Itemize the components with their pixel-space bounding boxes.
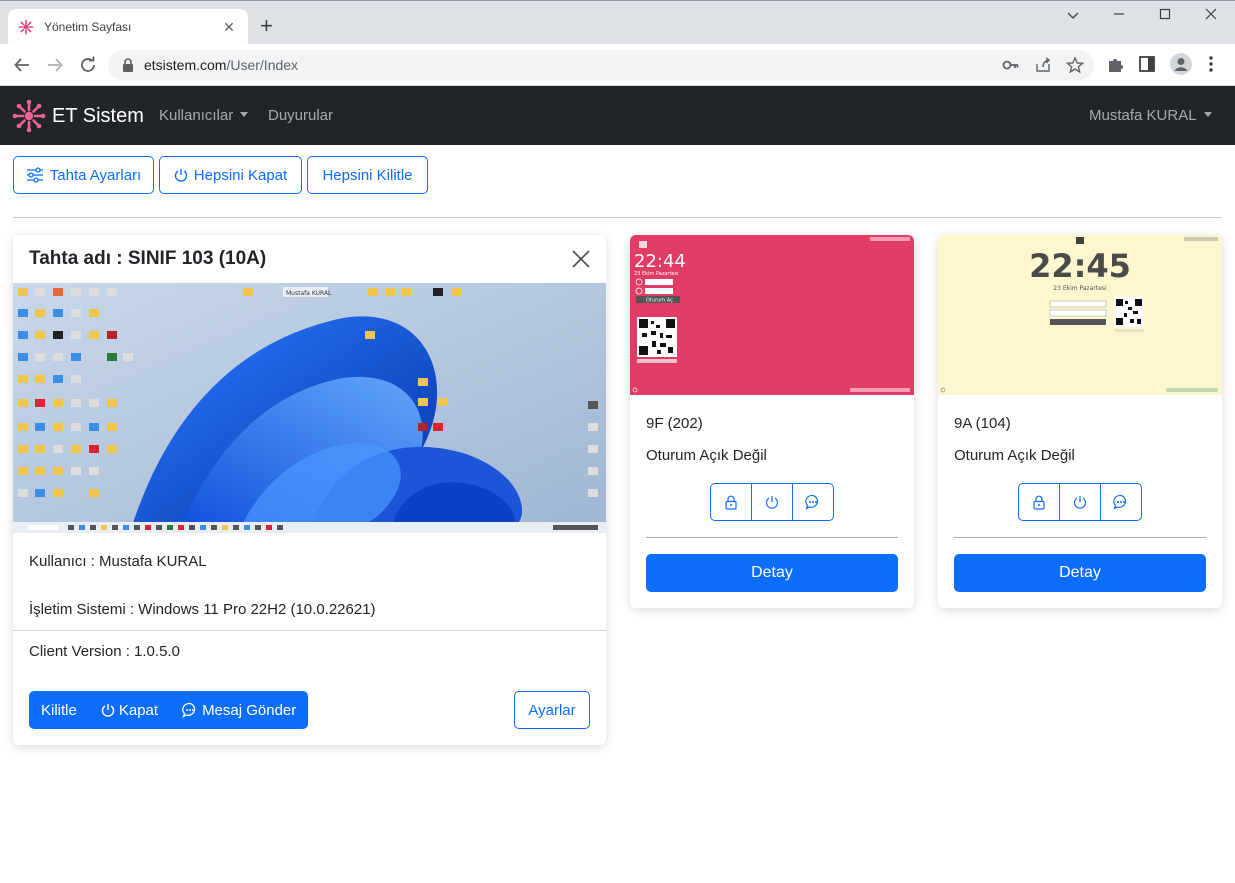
close-all-label: Hepsini Kapat — [193, 166, 288, 184]
site-favicon-icon — [18, 19, 34, 35]
shutdown-board-button[interactable] — [752, 484, 793, 520]
client-version-info: Client Version : 1.0.5.0 — [29, 643, 180, 660]
card-header: Tahta adı : SINIF 103 (10A) — [13, 235, 606, 283]
forward-icon[interactable] — [43, 53, 67, 77]
board-card: 22:44 23 Ekim Pazartesi Oturum Aç 9F (20… — [630, 235, 914, 608]
board-card-main: Tahta adı : SINIF 103 (10A) Mustafa KURA… — [13, 235, 606, 745]
profile-avatar-icon[interactable] — [1170, 53, 1192, 75]
board-action-group — [1018, 483, 1142, 521]
message-board-button[interactable] — [793, 484, 833, 520]
browser-tab[interactable]: Yönetim Sayfası ✕ — [8, 9, 248, 45]
minimize-icon[interactable] — [1104, 7, 1134, 23]
os-info: İşletim Sistemi : Windows 11 Pro 22H2 (1… — [29, 601, 376, 618]
lock-label: Kilitle — [41, 701, 77, 719]
board-lockscreen-thumb[interactable]: 22:44 23 Ekim Pazartesi Oturum Aç — [630, 235, 914, 395]
thumb-login-button: Oturum Aç — [646, 298, 673, 304]
thumb-time: 22:44 — [634, 251, 686, 272]
lock-icon — [725, 495, 737, 510]
sliders-icon — [26, 167, 43, 183]
settings-button[interactable]: Ayarlar — [514, 691, 590, 729]
card-divider — [13, 630, 606, 631]
card-separator — [646, 537, 898, 538]
new-tab-icon[interactable]: + — [260, 15, 273, 37]
url-host: etsistem.com — [144, 57, 227, 73]
user-menu-dropdown[interactable]: Mustafa KURAL — [1089, 107, 1212, 124]
power-icon — [765, 496, 779, 509]
shutdown-label: Kapat — [118, 701, 159, 719]
thumb-time: 22:45 — [1029, 247, 1131, 285]
power-icon — [174, 169, 187, 182]
lock-all-button[interactable]: Hepsini Kilitle — [307, 156, 428, 194]
power-icon — [101, 704, 115, 717]
lock-icon — [1033, 495, 1045, 510]
browser-menu-icon[interactable] — [1208, 55, 1214, 73]
section-divider — [13, 217, 1222, 218]
shutdown-button[interactable]: Kapat — [89, 691, 170, 729]
url-path: /User/Index — [226, 57, 299, 73]
thumb-date: 23 Ekim Pazartesi — [1053, 285, 1107, 292]
send-message-button[interactable]: Mesaj Gönder — [170, 691, 308, 729]
tab-title: Yönetim Sayfası — [44, 20, 132, 34]
detail-button[interactable]: Detay — [646, 554, 898, 592]
window-close-icon[interactable] — [1196, 7, 1226, 23]
lock-board-button[interactable] — [1019, 484, 1060, 520]
back-icon[interactable] — [10, 53, 34, 77]
tab-close-icon[interactable]: ✕ — [220, 19, 238, 36]
board-card: 22:45 23 Ekim Pazartesi 9A (104) Oturum … — [938, 235, 1222, 608]
settings-label: Ayarlar — [528, 701, 576, 719]
reload-icon[interactable] — [76, 53, 100, 77]
close-all-button[interactable]: Hepsini Kapat — [159, 156, 302, 194]
board-action-group — [710, 483, 834, 521]
lock-board-button[interactable] — [711, 484, 752, 520]
board-name: 9A (104) — [954, 415, 1011, 432]
user-info: Kullanıcı : Mustafa KURAL — [29, 553, 207, 570]
nav-announcements[interactable]: Duyurular — [268, 107, 333, 124]
address-bar-row: etsistem.com/User/Index — [0, 44, 1235, 86]
lock-button[interactable]: Kilitle — [29, 691, 89, 729]
detail-label: Detay — [1059, 564, 1101, 581]
side-panel-icon[interactable] — [1138, 55, 1156, 73]
close-icon[interactable] — [572, 250, 590, 268]
thumb-date: 23 Ekim Pazartesi — [634, 271, 679, 277]
board-screenshot[interactable]: Mustafa KURAL — [13, 283, 606, 533]
brand-name: ET Sistem — [52, 104, 144, 127]
chat-icon — [182, 702, 196, 718]
detail-button[interactable]: Detay — [954, 554, 1206, 592]
chat-icon — [805, 494, 819, 510]
brand-logo-icon — [12, 99, 46, 133]
lock-all-label: Hepsini Kilitle — [322, 166, 413, 184]
card-separator — [954, 537, 1206, 538]
bookmark-star-icon[interactable] — [1066, 57, 1084, 73]
nav-users-dropdown[interactable]: Kullanıcılar — [159, 107, 248, 124]
url-field[interactable]: etsistem.com/User/Index — [108, 50, 1094, 80]
send-message-label: Mesaj Gönder — [202, 701, 297, 719]
shutdown-board-button[interactable] — [1060, 484, 1101, 520]
detail-label: Detay — [751, 564, 793, 581]
screenshot-user-caption: Mustafa KURAL — [286, 290, 332, 297]
board-title: Tahta adı : SINIF 103 (10A) — [29, 248, 267, 269]
app-navbar: ET Sistem Kullanıcılar Duyurular Mustafa… — [0, 86, 1235, 145]
extensions-icon[interactable] — [1106, 54, 1126, 74]
board-lockscreen-thumb[interactable]: 22:45 23 Ekim Pazartesi — [938, 235, 1222, 395]
browser-tabbar: Yönetim Sayfası ✕ + — [0, 0, 1235, 45]
board-settings-label: Tahta Ayarları — [49, 166, 142, 184]
share-icon[interactable] — [1034, 57, 1052, 73]
board-settings-button[interactable]: Tahta Ayarları — [13, 156, 154, 194]
power-icon — [1073, 496, 1087, 509]
board-name: 9F (202) — [646, 415, 703, 432]
board-status: Oturum Açık Değil — [954, 447, 1075, 464]
maximize-icon[interactable] — [1150, 7, 1180, 23]
lock-icon — [123, 58, 133, 72]
chat-icon — [1113, 494, 1127, 510]
board-status: Oturum Açık Değil — [646, 447, 767, 464]
tab-search-icon[interactable] — [1058, 7, 1088, 23]
key-icon[interactable] — [1002, 57, 1020, 73]
message-board-button[interactable] — [1101, 484, 1141, 520]
brand-link[interactable]: ET Sistem — [12, 99, 144, 133]
action-button-group: Kilitle Kapat Mesaj Gönder — [29, 691, 309, 729]
